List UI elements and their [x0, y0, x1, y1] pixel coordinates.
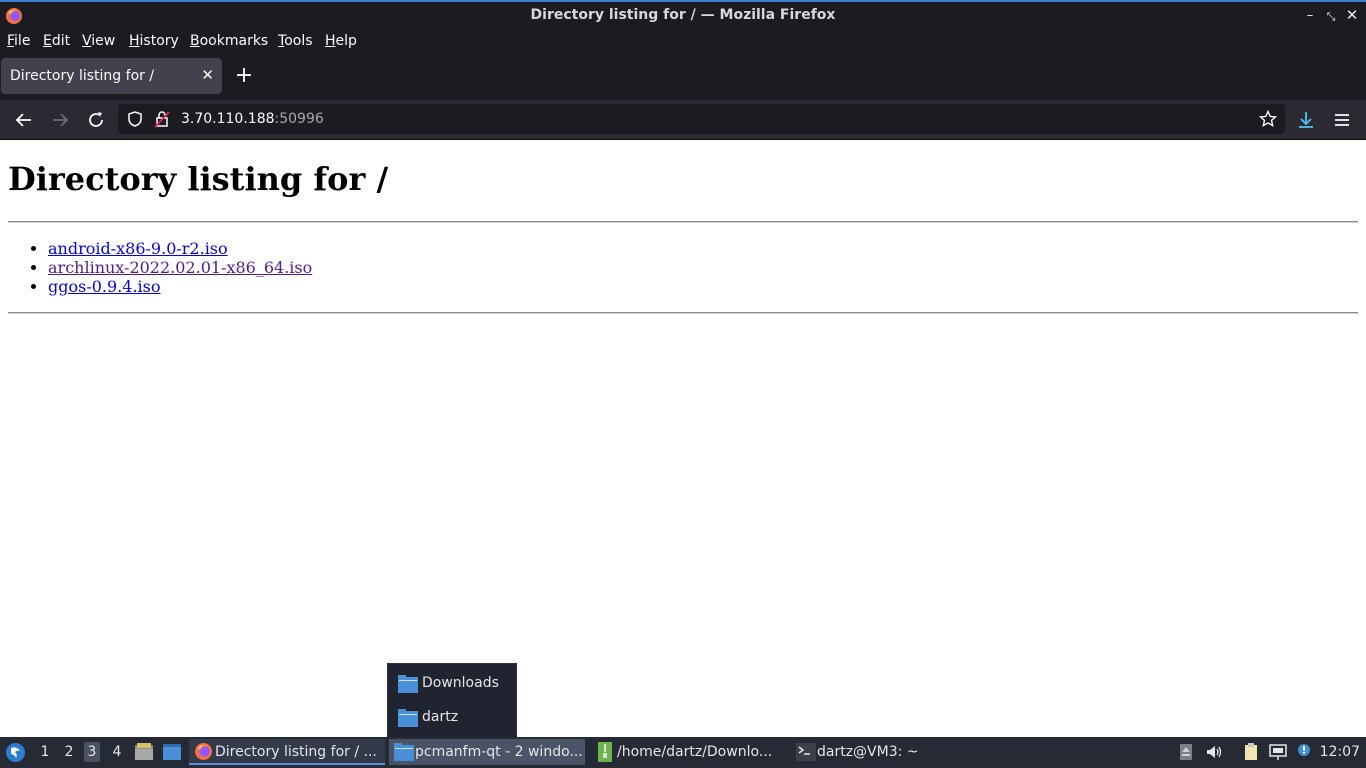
- task-label: Directory listing for / ...: [215, 744, 377, 760]
- window-title: Directory listing for / — Mozilla Firefo…: [530, 7, 836, 23]
- url-text[interactable]: 3.70.110.188:50996: [181, 111, 324, 127]
- network-icon[interactable]: [1269, 743, 1287, 761]
- firefox-icon: [195, 743, 212, 760]
- file-link-ggos[interactable]: ggos-0.9.4.iso: [48, 277, 161, 296]
- folder-icon: [398, 675, 418, 693]
- reload-icon[interactable]: [85, 109, 107, 131]
- minimize-button[interactable]: –: [1302, 8, 1318, 23]
- task-pcmanfm[interactable]: pcmanfm-qt - 2 windo...: [389, 739, 585, 765]
- bottom-divider: [8, 312, 1358, 314]
- file-list: android-x86-9.0-r2.iso archlinux-2022.02…: [8, 239, 312, 296]
- bookmark-star-icon[interactable]: [1259, 110, 1277, 128]
- close-window-button[interactable]: ✕: [1344, 6, 1360, 24]
- tab-directory-listing[interactable]: Directory listing for / ✕: [1, 58, 222, 94]
- shield-icon[interactable]: [126, 110, 144, 128]
- page-heading: Directory listing for /: [8, 160, 389, 198]
- page-content: Directory listing for / android-x86-9.0-…: [0, 140, 1366, 736]
- list-item: archlinux-2022.02.01-x86_64.iso: [48, 258, 312, 277]
- task-label: /home/dartz/Downlo...: [617, 744, 773, 760]
- menu-file[interactable]: File: [7, 33, 30, 49]
- workspace-2[interactable]: 2: [61, 744, 77, 760]
- volume-icon[interactable]: [1205, 743, 1223, 761]
- workspace-4[interactable]: 4: [109, 744, 125, 760]
- clipboard-icon[interactable]: [1242, 743, 1260, 761]
- tab-title: Directory listing for /: [10, 68, 155, 84]
- menu-edit[interactable]: Edit: [43, 33, 70, 49]
- taskbar: 1 2 3 4 Directory listing for / ... pcma…: [0, 737, 1366, 768]
- insecure-lock-icon[interactable]: [153, 109, 171, 129]
- menu-history[interactable]: History: [129, 33, 179, 49]
- file-link-archlinux[interactable]: archlinux-2022.02.01-x86_64.iso: [48, 258, 312, 277]
- clock[interactable]: 12:07: [1320, 744, 1360, 760]
- folder-icon: [394, 743, 414, 761]
- maximize-button[interactable]: ⤡: [1323, 10, 1339, 24]
- downloads-icon[interactable]: [1295, 109, 1317, 131]
- window-list-popup: Downloads dartz: [387, 663, 517, 739]
- url-port: :50996: [274, 111, 324, 127]
- terminal-icon: [796, 743, 816, 761]
- menu-bar: File Edit View History Bookmarks Tools H…: [0, 30, 1366, 54]
- task-label: pcmanfm-qt - 2 windo...: [415, 744, 583, 760]
- workspace-1[interactable]: 1: [37, 744, 53, 760]
- task-firefox[interactable]: Directory listing for / ...: [189, 739, 385, 765]
- url-host: 3.70.110.188: [181, 111, 275, 127]
- task-terminal[interactable]: dartz@VM3: ~: [791, 739, 987, 765]
- task-label: dartz@VM3: ~: [817, 744, 919, 760]
- notification-icon[interactable]: [1296, 743, 1314, 761]
- desktop-launcher-icon[interactable]: [162, 742, 182, 762]
- menu-help[interactable]: Help: [325, 33, 357, 49]
- new-tab-button[interactable]: +: [233, 63, 255, 89]
- list-item: android-x86-9.0-r2.iso: [48, 239, 312, 258]
- workspace-3[interactable]: 3: [84, 742, 100, 762]
- tab-strip: Directory listing for / ✕ +: [0, 54, 1366, 100]
- tab-close-icon[interactable]: ✕: [201, 66, 214, 84]
- back-arrow-icon[interactable]: [13, 109, 35, 131]
- popup-item-label: dartz: [422, 709, 459, 725]
- menu-view[interactable]: View: [82, 33, 115, 49]
- task-archive[interactable]: /home/dartz/Downlo...: [591, 739, 787, 765]
- top-divider: [8, 221, 1358, 223]
- navigation-toolbar: 3.70.110.188:50996: [0, 100, 1366, 140]
- removable-media-icon[interactable]: [1177, 743, 1195, 761]
- menu-tools[interactable]: Tools: [278, 33, 313, 49]
- hamburger-menu-icon[interactable]: [1331, 109, 1353, 131]
- forward-arrow-icon[interactable]: [49, 109, 71, 131]
- window-titlebar: Directory listing for / — Mozilla Firefo…: [0, 0, 1366, 30]
- archive-icon: [598, 742, 612, 762]
- start-menu-icon[interactable]: [5, 742, 26, 763]
- menu-bookmarks[interactable]: Bookmarks: [190, 33, 268, 49]
- folder-icon: [398, 709, 418, 727]
- file-manager-launcher-icon[interactable]: [134, 742, 154, 762]
- file-link-android[interactable]: android-x86-9.0-r2.iso: [48, 239, 228, 258]
- popup-item-label: Downloads: [422, 675, 499, 691]
- url-bar[interactable]: 3.70.110.188:50996: [118, 104, 1285, 134]
- list-item: ggos-0.9.4.iso: [48, 277, 312, 296]
